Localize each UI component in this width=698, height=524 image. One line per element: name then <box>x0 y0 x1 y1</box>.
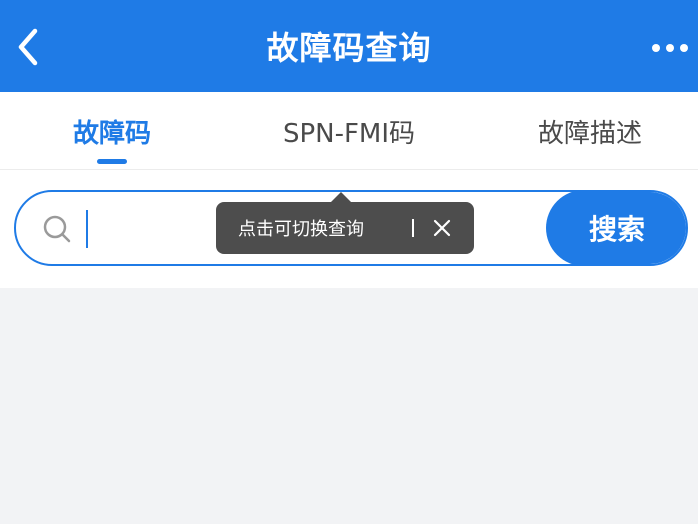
tooltip-text: 点击可切换查询 <box>238 219 364 240</box>
app-header: 故障码查询 <box>0 0 698 92</box>
tooltip-divider <box>412 219 414 237</box>
search-icon <box>43 215 71 243</box>
back-button[interactable] <box>6 22 50 72</box>
tab-spn-fmi[interactable]: SPN-FMI码 <box>256 92 442 170</box>
more-options-button[interactable] <box>648 28 692 68</box>
results-area <box>0 288 698 524</box>
tab-fault-description[interactable]: 故障描述 <box>510 92 670 170</box>
tab-label: 故障描述 <box>537 118 642 149</box>
search-button[interactable]: 搜索 <box>546 192 686 264</box>
more-horizontal-icon <box>652 44 688 52</box>
tab-bar: 故障码 SPN-FMI码 故障描述 <box>0 92 698 170</box>
tab-label: 故障码 <box>72 118 151 149</box>
tooltip-close-button[interactable] <box>428 214 456 242</box>
chevron-left-icon <box>18 28 38 66</box>
switch-query-tooltip: 点击可切换查询 <box>216 192 474 254</box>
close-icon <box>433 219 451 237</box>
text-caret <box>86 210 88 248</box>
tab-fault-code[interactable]: 故障码 <box>40 92 184 170</box>
active-tab-indicator <box>97 159 127 164</box>
tab-label: SPN-FMI码 <box>282 118 416 149</box>
page-title: 故障码查询 <box>266 29 432 67</box>
tooltip-arrow <box>331 192 351 202</box>
